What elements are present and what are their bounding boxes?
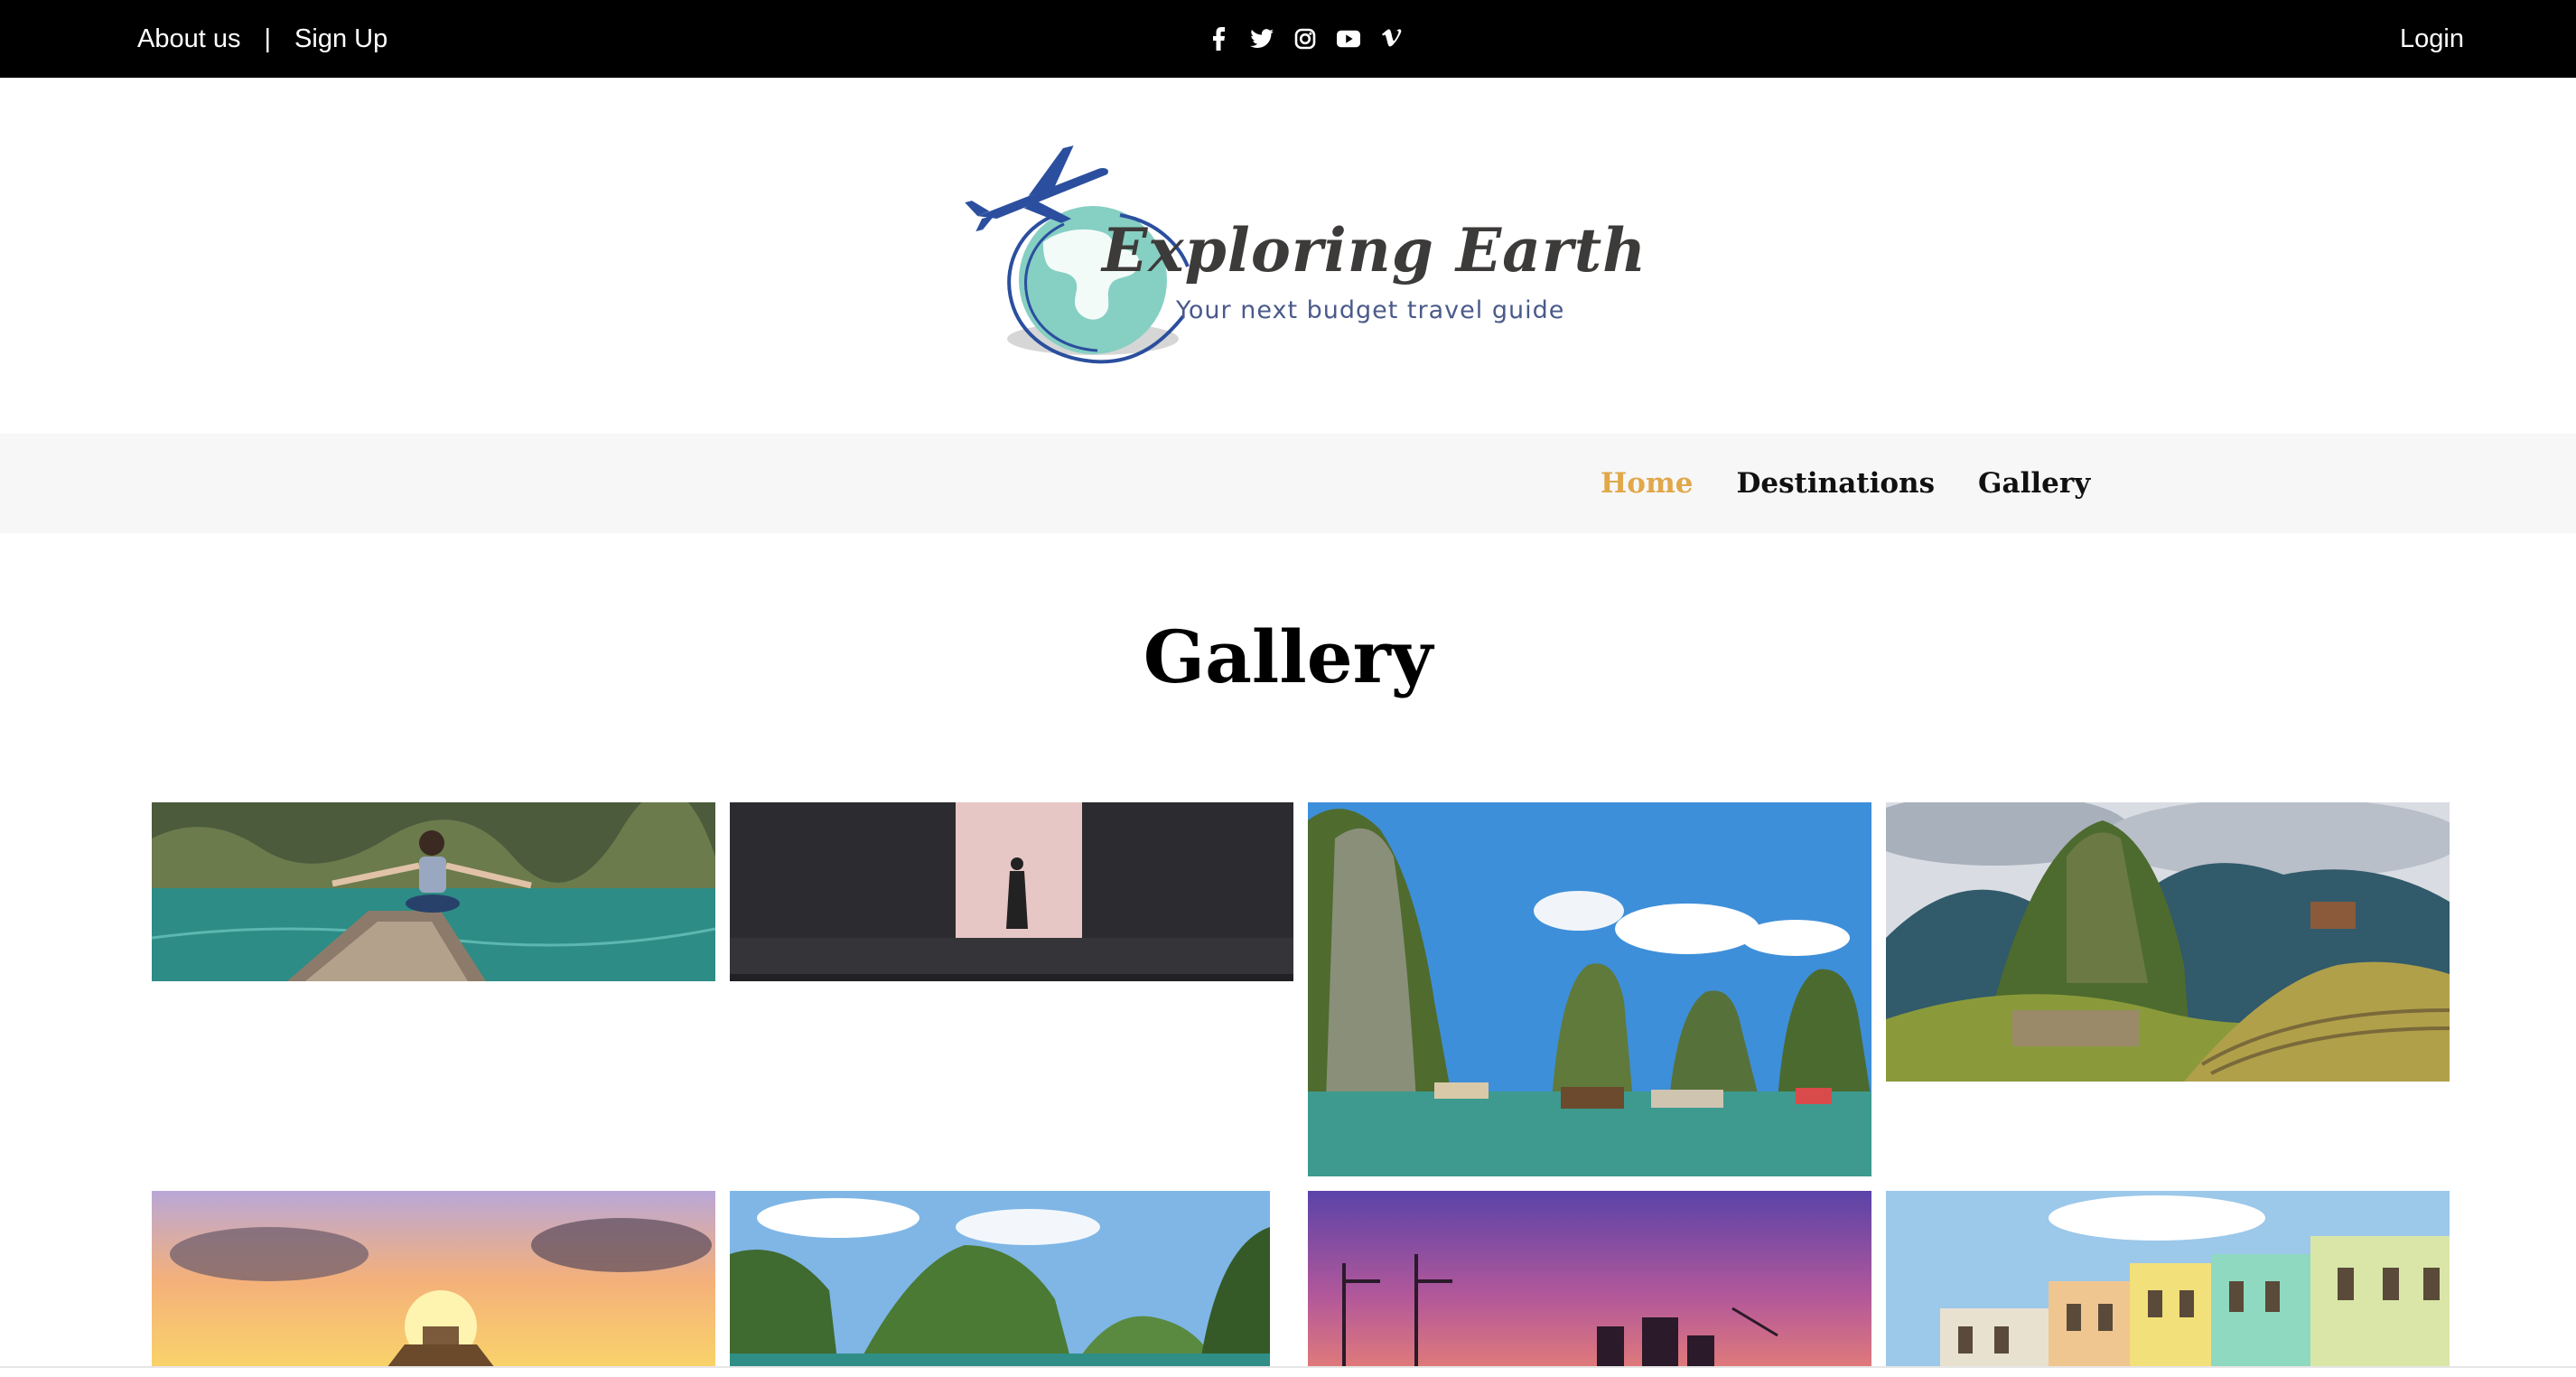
page-title: Gallery xyxy=(1143,614,1433,699)
top-bar-right: Login xyxy=(2400,0,2464,78)
separator: | xyxy=(264,23,272,53)
gallery-image-boat[interactable] xyxy=(152,802,715,981)
nav-item-home[interactable]: Home xyxy=(1601,467,1694,500)
about-us-link[interactable]: About us xyxy=(137,24,240,54)
site-logo[interactable]: Exploring Earth Your next budget travel … xyxy=(957,136,1646,379)
logo-tagline: Your next budget travel guide xyxy=(1176,296,1565,324)
top-bar: About us | Sign Up Login xyxy=(0,0,2576,78)
gallery-image-lagoon-cliffs[interactable] xyxy=(730,1191,1270,1368)
instagram-icon[interactable] xyxy=(1293,27,1317,51)
social-icons xyxy=(1207,0,1404,78)
nav-item-gallery[interactable]: Gallery xyxy=(1978,467,2090,500)
gallery-image-machu-picchu[interactable] xyxy=(1886,802,2450,1082)
gallery-image-ha-long-bay[interactable] xyxy=(1308,802,1871,1176)
vimeo-icon[interactable] xyxy=(1380,27,1404,51)
main-nav: Home Destinations Gallery xyxy=(0,434,2576,533)
twitter-icon[interactable] xyxy=(1250,27,1274,51)
gallery-image-harbor-dusk[interactable] xyxy=(1308,1191,1871,1368)
sign-up-link[interactable]: Sign Up xyxy=(294,24,387,54)
gallery-image-temple-gate[interactable] xyxy=(730,802,1293,981)
nav-links: Home Destinations Gallery xyxy=(1601,434,2090,533)
facebook-icon[interactable] xyxy=(1207,27,1230,51)
login-link[interactable]: Login xyxy=(2400,24,2464,54)
nav-item-destinations[interactable]: Destinations xyxy=(1737,467,1936,500)
page-divider xyxy=(0,1366,2576,1368)
gallery-image-pyramid-sunset[interactable] xyxy=(152,1191,715,1368)
gallery-image-colonial-buildings[interactable] xyxy=(1886,1191,2450,1368)
logo-name: Exploring Earth xyxy=(1102,215,1647,286)
youtube-icon[interactable] xyxy=(1337,27,1360,51)
top-bar-links: About us | Sign Up xyxy=(137,0,387,78)
